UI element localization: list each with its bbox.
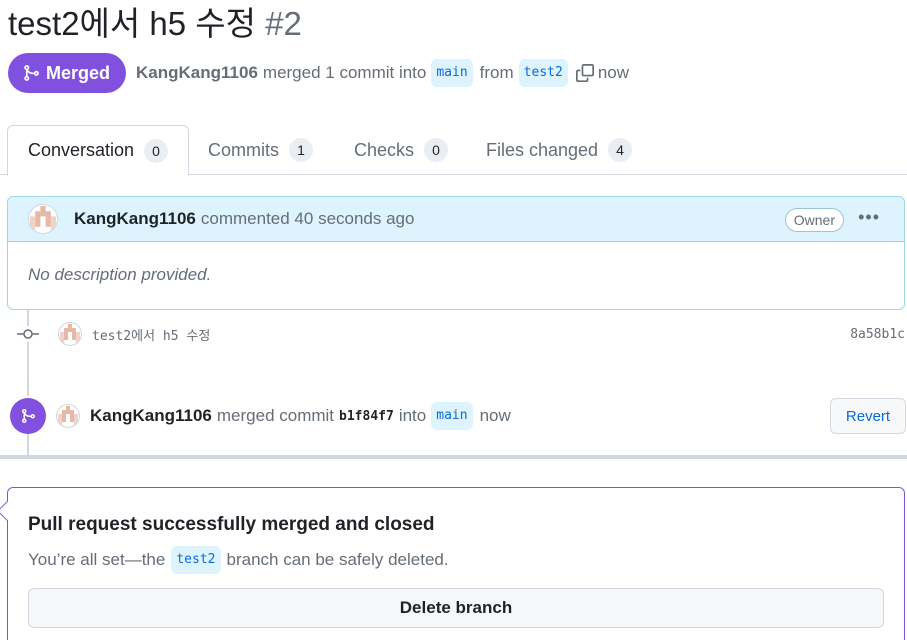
git-commit-icon xyxy=(16,326,40,342)
tab-label: Commits xyxy=(208,139,279,160)
merged-state-badge: Merged xyxy=(8,53,127,93)
delete-branch-button[interactable]: Delete branch xyxy=(28,588,884,628)
pr-title: test2에서 h5 수정 #2 xyxy=(8,2,302,46)
kebab-menu-icon[interactable]: ••• xyxy=(858,207,880,228)
pr-meta: Merged KangKang1106 merged 1 commit into… xyxy=(8,53,629,93)
merge-text: merged commit xyxy=(216,406,335,425)
tab-counter: 0 xyxy=(424,138,449,162)
git-merge-icon xyxy=(10,398,46,434)
comment-author-link[interactable]: KangKang1106 xyxy=(74,209,196,229)
git-merge-icon xyxy=(24,65,39,81)
tab-label: Conversation xyxy=(28,140,135,160)
tab-counter: 1 xyxy=(289,138,313,162)
tab-files-changed[interactable]: Files changed 4 xyxy=(486,125,633,175)
desc-before: You’re all set—the xyxy=(28,550,166,569)
owner-badge: Owner xyxy=(784,208,844,232)
tab-counter: 4 xyxy=(608,138,633,162)
pr-time: now xyxy=(597,63,629,82)
pr-description-comment: KangKang1106 commented 40 seconds ago Ow… xyxy=(7,196,905,310)
commit-sha-link[interactable]: 8a58b1c xyxy=(850,327,905,342)
pr-summary-text: merged 1 commit into xyxy=(262,63,427,82)
avatar[interactable] xyxy=(28,204,58,234)
avatar[interactable] xyxy=(56,404,80,428)
timeline-merge-event: KangKang1106 merged commit b1f84f7 into … xyxy=(10,398,906,434)
identicon-icon xyxy=(58,406,78,426)
merged-status-desc: You’re all set—the test2 branch can be s… xyxy=(28,546,449,574)
tab-checks[interactable]: Checks 0 xyxy=(354,125,449,175)
into-text: into xyxy=(398,406,427,425)
head-branch-label[interactable]: test2 xyxy=(518,59,568,87)
tab-label: Files changed xyxy=(486,139,599,160)
revert-button[interactable]: Revert xyxy=(830,398,906,434)
pr-number: #2 xyxy=(265,5,302,42)
comment-action[interactable]: commented 40 seconds ago xyxy=(201,209,415,229)
comment-header: KangKang1106 commented 40 seconds ago Ow… xyxy=(8,197,904,242)
pr-tabs: Conversation 0 Commits 1 Checks 0 Files … xyxy=(0,125,907,176)
timeline-line xyxy=(27,432,29,455)
tab-counter: 0 xyxy=(144,138,169,163)
box-pointer xyxy=(0,501,17,521)
timeline-commit: test2에서 h5 수정 8a58b1c xyxy=(16,318,906,350)
avatar[interactable] xyxy=(58,322,82,346)
merge-commit-sha-link[interactable]: b1f84f7 xyxy=(339,409,394,424)
commit-message-link[interactable]: test2에서 h5 수정 xyxy=(92,325,210,344)
timeline-divider xyxy=(0,455,907,459)
copy-icon[interactable] xyxy=(575,64,594,82)
tab-commits[interactable]: Commits 1 xyxy=(208,125,313,175)
base-branch-label[interactable]: main xyxy=(431,59,473,87)
tab-conversation[interactable]: Conversation 0 xyxy=(7,125,190,176)
merged-state-label: Merged xyxy=(46,62,111,83)
pr-title-text: test2에서 h5 수정 xyxy=(8,5,257,42)
pr-author-link[interactable]: KangKang1106 xyxy=(136,63,258,83)
merged-status-title: Pull request successfully merged and clo… xyxy=(28,514,435,535)
comment-body: No description provided. xyxy=(28,265,212,284)
merge-time: now xyxy=(479,406,511,425)
merged-status-box: Pull request successfully merged and clo… xyxy=(0,487,905,640)
tab-label: Checks xyxy=(354,139,415,160)
identicon-icon xyxy=(60,324,80,344)
deletable-branch-label[interactable]: test2 xyxy=(171,546,221,574)
desc-after: branch can be safely deleted. xyxy=(226,550,449,569)
from-text: from xyxy=(479,63,514,82)
identicon-icon xyxy=(30,206,56,232)
merge-author-link[interactable]: KangKang1106 xyxy=(90,406,212,426)
merge-branch-label[interactable]: main xyxy=(431,402,473,430)
